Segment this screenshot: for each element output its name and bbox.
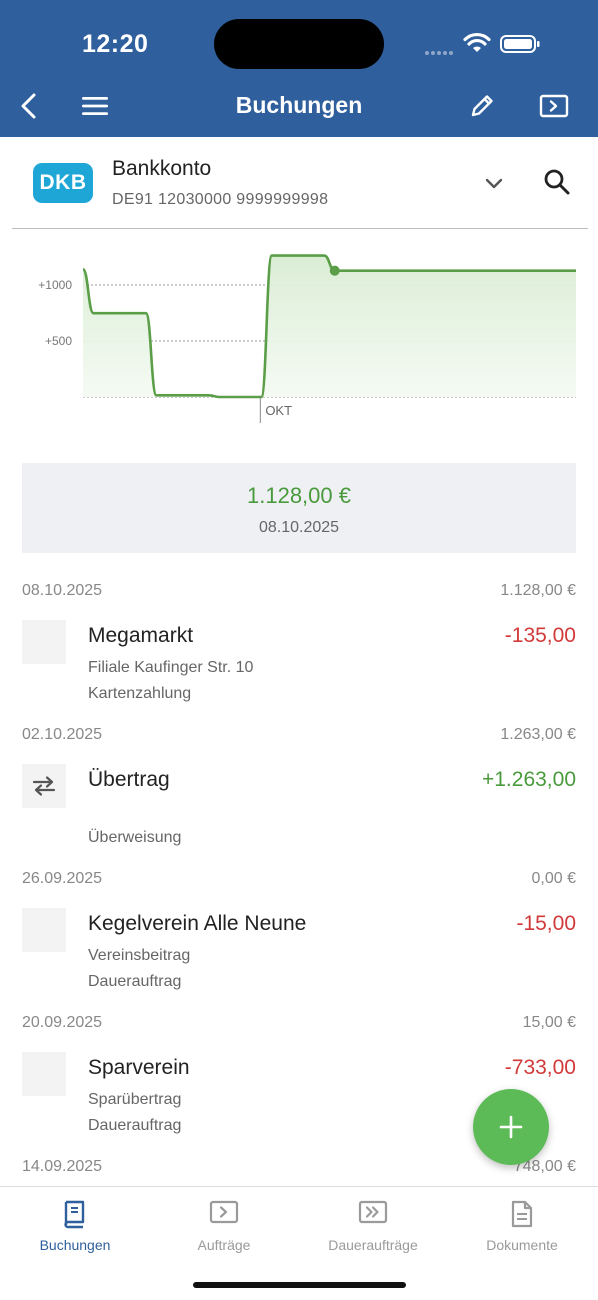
tab-label: Buchungen: [39, 1237, 111, 1253]
pencil-icon: [471, 95, 493, 117]
plus-icon: [499, 1115, 523, 1139]
transaction-type: Dauerauftrag: [88, 973, 182, 990]
wifi-icon: [463, 32, 491, 52]
home-indicator: [193, 1282, 406, 1288]
day-balance: 1.128,00 €: [500, 582, 576, 599]
transaction-type: Kartenzahlung: [88, 685, 192, 702]
dynamic-island: [214, 19, 384, 69]
order-icon: [539, 94, 569, 118]
transaction-amount: -135,00: [504, 624, 576, 647]
cellular-signal-icon: [425, 42, 455, 60]
balance-chart[interactable]: +1000 +500 OKT: [0, 230, 598, 430]
chart-highlight-point[interactable]: [329, 265, 340, 276]
account-name: Bankkonto: [112, 157, 212, 180]
order-icon: [209, 1200, 239, 1224]
transaction-title: Kegelverein Alle Neune: [88, 912, 307, 935]
battery-icon: [500, 35, 540, 53]
merchant-icon-placeholder: [22, 908, 66, 952]
day-header: 20.09.2025 15,00 €: [0, 1002, 598, 1046]
day-date: 14.09.2025: [22, 1158, 103, 1175]
book-icon: [64, 1200, 85, 1229]
add-button[interactable]: [473, 1089, 549, 1165]
transaction-row[interactable]: Kegelverein Alle Neune -15,00 Vereinsbei…: [0, 902, 598, 1002]
transaction-amount: +1.263,00: [481, 768, 576, 791]
day-header: 02.10.2025 1.263,00 €: [0, 714, 598, 758]
bank-logo: DKB: [33, 163, 93, 203]
transaction-title: Sparverein: [88, 1056, 190, 1079]
day-balance: 1.263,00 €: [500, 726, 576, 743]
transaction-amount: -733,00: [504, 1056, 576, 1079]
day-date: 08.10.2025: [22, 582, 103, 599]
transfer-arrows-icon: [32, 776, 56, 796]
account-divider: [12, 228, 588, 229]
transaction-detail: Sparübertrag: [88, 1091, 182, 1108]
status-time: 12:20: [82, 30, 149, 58]
page-title: Buchungen: [235, 92, 363, 118]
tab-label: Dokumente: [486, 1237, 558, 1253]
account-selector[interactable]: DKB Bankkonto DE91 12030000 9999999998: [0, 137, 598, 229]
y-tick-label: +500: [45, 334, 72, 348]
merchant-icon-placeholder: [22, 1052, 66, 1096]
transaction-title: Megamarkt: [88, 624, 194, 647]
day-date: 02.10.2025: [22, 726, 103, 743]
day-balance: 0,00 €: [531, 870, 576, 887]
transfer-icon: [22, 764, 66, 808]
tab-dokumente[interactable]: Dokumente: [447, 1187, 597, 1267]
day-header: 08.10.2025 1.128,00 €: [0, 570, 598, 614]
day-date: 20.09.2025: [22, 1014, 103, 1031]
standing-order-icon: [358, 1200, 388, 1224]
transaction-type: Dauerauftrag: [88, 1117, 182, 1134]
tab-auftraege[interactable]: Aufträge: [149, 1187, 299, 1267]
balance-card: 1.128,00 € 08.10.2025: [22, 463, 576, 553]
x-tick-label: OKT: [265, 403, 292, 418]
merchant-icon-placeholder: [22, 620, 66, 664]
balance-date: 08.10.2025: [258, 519, 340, 536]
transaction-type: Überweisung: [88, 829, 182, 846]
tab-buchungen[interactable]: Buchungen: [0, 1187, 150, 1267]
transaction-amount: -15,00: [516, 912, 576, 935]
transfer-order-button[interactable]: [538, 90, 570, 122]
day-header: 26.09.2025 0,00 €: [0, 858, 598, 902]
y-tick-label: +1000: [38, 278, 72, 292]
chart-area: [83, 255, 576, 397]
top-bar: 12:20 Buchungen: [0, 0, 598, 137]
tab-label: Aufträge: [197, 1237, 251, 1253]
account-iban: DE91 12030000 9999999998: [112, 191, 329, 208]
document-icon: [511, 1200, 533, 1228]
day-date: 26.09.2025: [22, 870, 103, 887]
transaction-detail: Filiale Kaufinger Str. 10: [88, 659, 254, 676]
chevron-down-icon[interactable]: [482, 173, 506, 193]
transaction-detail: Vereinsbeitrag: [88, 947, 191, 964]
balance-amount: 1.128,00 €: [247, 483, 351, 508]
day-balance: 15,00 €: [522, 1014, 576, 1031]
search-icon[interactable]: [542, 167, 572, 197]
tab-dauerauftraege[interactable]: Daueraufträge: [298, 1187, 448, 1267]
transaction-row[interactable]: Megamarkt -135,00 Filiale Kaufinger Str.…: [0, 614, 598, 714]
edit-button[interactable]: [466, 90, 498, 122]
tab-label: Daueraufträge: [328, 1237, 418, 1253]
transaction-row[interactable]: Übertrag +1.263,00 Überweisung: [0, 758, 598, 858]
transaction-title: Übertrag: [88, 768, 170, 791]
